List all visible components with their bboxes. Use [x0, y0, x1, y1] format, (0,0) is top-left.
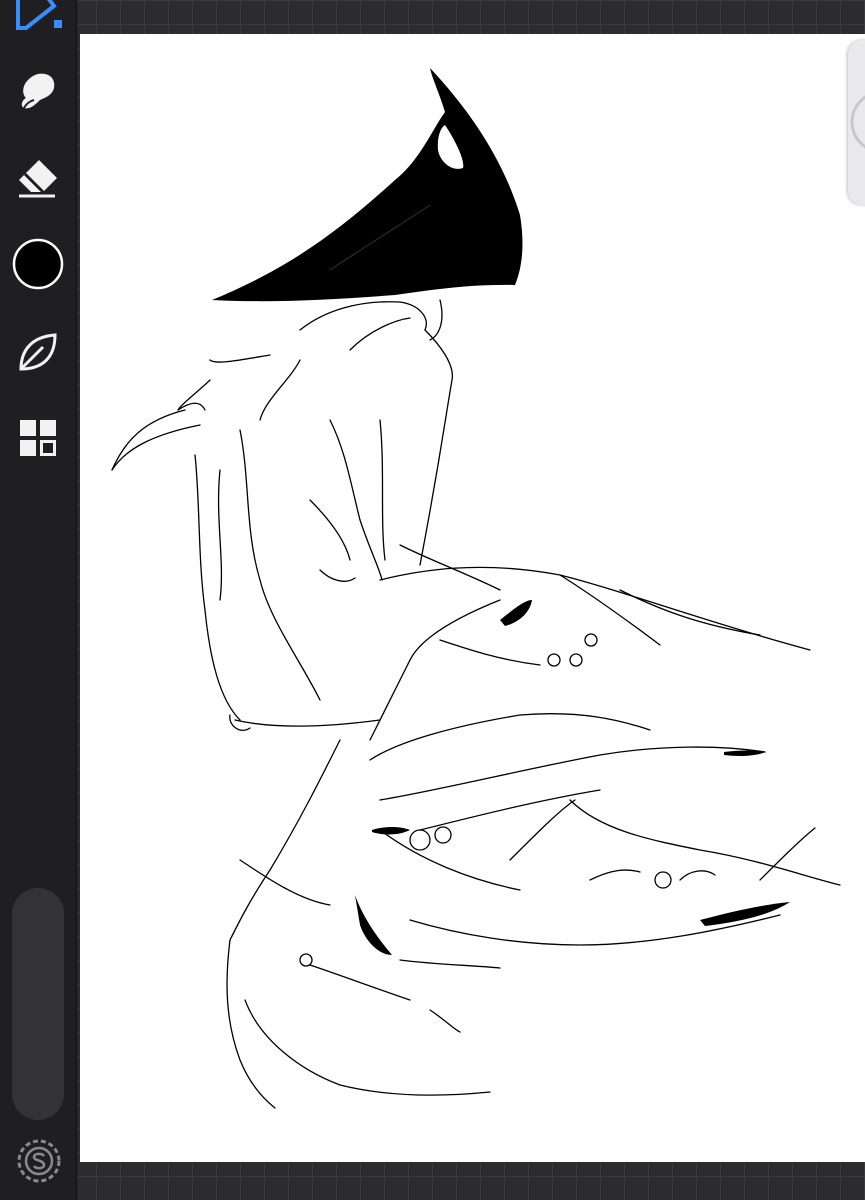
brush-icon [14, 0, 62, 34]
color-picker-button[interactable] [12, 238, 64, 290]
gallery-button[interactable] [14, 414, 62, 462]
sketch-artwork [111, 68, 841, 1109]
eraser-icon [15, 156, 61, 200]
left-toolbar [0, 0, 77, 1200]
leaf-icon [15, 329, 61, 375]
brush-tool-button[interactable] [14, 0, 62, 38]
smudge-icon [16, 68, 60, 112]
s-circle-button[interactable] [14, 1138, 64, 1188]
grid-icon [16, 416, 60, 460]
color-swatch [12, 238, 64, 290]
panel-icon [848, 95, 865, 209]
smudge-tool-button[interactable] [14, 66, 62, 114]
eraser-tool-button[interactable] [14, 154, 62, 202]
brush-size-slider[interactable] [12, 888, 64, 1120]
right-side-panel-tab[interactable] [848, 40, 865, 205]
stabilizer-tool-button[interactable] [14, 328, 62, 376]
s-circle-icon [15, 1137, 63, 1190]
